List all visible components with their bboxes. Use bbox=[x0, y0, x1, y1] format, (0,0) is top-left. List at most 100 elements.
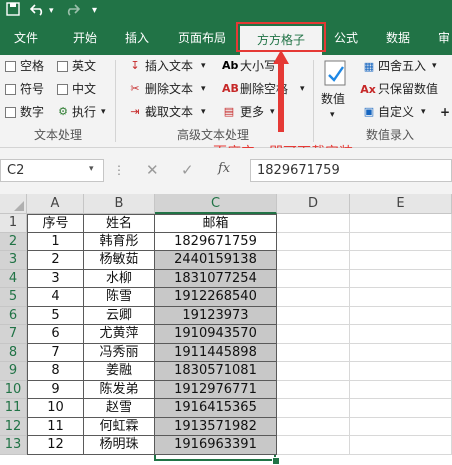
table-cell[interactable] bbox=[277, 343, 350, 362]
checkbox-chinese[interactable] bbox=[57, 84, 68, 95]
row-header[interactable]: 7 bbox=[0, 325, 27, 344]
table-cell[interactable] bbox=[350, 325, 452, 344]
table-cell[interactable]: 1916963391 bbox=[155, 436, 277, 455]
keep-value-button[interactable]: 只保留数值 bbox=[378, 80, 438, 98]
table-cell[interactable]: 5 bbox=[27, 306, 84, 325]
table-cell[interactable]: 2440159138 bbox=[155, 251, 277, 270]
redo-icon[interactable] bbox=[64, 2, 81, 20]
save-icon[interactable] bbox=[6, 2, 20, 20]
insert-text-button[interactable]: 插入文本 bbox=[145, 57, 193, 75]
table-cell[interactable] bbox=[277, 306, 350, 325]
undo-dropdown-icon[interactable]: ▾ bbox=[49, 2, 54, 20]
table-cell[interactable] bbox=[350, 269, 452, 288]
header-cell[interactable]: 序号 bbox=[27, 214, 84, 233]
column-header-c[interactable]: C bbox=[155, 194, 277, 214]
table-cell[interactable]: 1910943570 bbox=[155, 325, 277, 344]
table-cell[interactable] bbox=[277, 436, 350, 455]
insert-text-dropdown-icon[interactable]: ▾ bbox=[201, 57, 206, 75]
tab-formulas[interactable]: 公式 bbox=[334, 22, 358, 55]
round-dropdown-icon[interactable]: ▾ bbox=[432, 57, 437, 75]
table-cell[interactable]: 1 bbox=[27, 232, 84, 251]
custom-button[interactable]: 自定义 bbox=[378, 103, 414, 121]
table-cell[interactable]: 4 bbox=[27, 288, 84, 307]
row-header[interactable]: 6 bbox=[0, 306, 27, 325]
column-header-d[interactable]: D bbox=[277, 194, 350, 214]
table-cell[interactable]: 1913571982 bbox=[155, 417, 277, 436]
table-cell[interactable] bbox=[350, 232, 452, 251]
table-cell[interactable]: 8 bbox=[27, 362, 84, 381]
row-header[interactable]: 1 bbox=[0, 214, 27, 233]
formula-input[interactable]: 1829671759 bbox=[250, 159, 452, 182]
custom-dropdown-icon[interactable]: ▾ bbox=[421, 103, 426, 121]
table-cell[interactable] bbox=[350, 306, 452, 325]
confirm-icon[interactable]: ✓ bbox=[181, 161, 194, 179]
extract-text-button[interactable]: 截取文本 bbox=[145, 103, 193, 121]
header-cell[interactable] bbox=[350, 214, 452, 233]
table-cell[interactable]: 水柳 bbox=[84, 269, 155, 288]
table-cell[interactable]: 2 bbox=[27, 251, 84, 270]
table-cell[interactable]: 冯秀丽 bbox=[84, 343, 155, 362]
table-cell[interactable]: 7 bbox=[27, 343, 84, 362]
value-dropdown-icon[interactable]: ▾ bbox=[330, 106, 335, 124]
tab-page-layout[interactable]: 页面布局 bbox=[178, 22, 226, 55]
checkbox-space[interactable] bbox=[5, 61, 16, 72]
header-cell[interactable] bbox=[277, 214, 350, 233]
table-cell[interactable]: 1831077254 bbox=[155, 269, 277, 288]
table-cell[interactable] bbox=[350, 343, 452, 362]
table-cell[interactable] bbox=[277, 362, 350, 381]
table-cell[interactable]: 1912976771 bbox=[155, 380, 277, 399]
table-cell[interactable] bbox=[350, 380, 452, 399]
column-header-b[interactable]: B bbox=[84, 194, 155, 214]
customize-icon[interactable]: ▾ bbox=[92, 2, 97, 20]
table-cell[interactable]: 陈发弟 bbox=[84, 380, 155, 399]
table-cell[interactable] bbox=[350, 251, 452, 270]
row-header[interactable]: 4 bbox=[0, 269, 27, 288]
table-cell[interactable] bbox=[350, 362, 452, 381]
table-cell[interactable]: 1911445898 bbox=[155, 343, 277, 362]
add-icon[interactable]: + bbox=[440, 103, 450, 121]
table-cell[interactable]: 赵雪 bbox=[84, 399, 155, 418]
table-cell[interactable]: 杨敏茹 bbox=[84, 251, 155, 270]
table-cell[interactable]: 1916415365 bbox=[155, 399, 277, 418]
table-cell[interactable] bbox=[277, 417, 350, 436]
row-header[interactable]: 10 bbox=[0, 380, 27, 399]
execute-dropdown-icon[interactable]: ▾ bbox=[101, 103, 106, 121]
table-cell[interactable] bbox=[350, 436, 452, 455]
extract-text-dropdown-icon[interactable]: ▾ bbox=[201, 103, 206, 121]
table-cell[interactable]: 19123973 bbox=[155, 306, 277, 325]
table-cell[interactable] bbox=[350, 417, 452, 436]
execute-button[interactable]: 执行 bbox=[72, 103, 96, 121]
table-cell[interactable]: 3 bbox=[27, 269, 84, 288]
table-cell[interactable] bbox=[277, 288, 350, 307]
name-box-dropdown-icon[interactable]: ▾ bbox=[89, 164, 94, 174]
table-cell[interactable] bbox=[277, 251, 350, 270]
column-header-e[interactable]: E bbox=[350, 194, 452, 214]
table-cell[interactable]: 1830571081 bbox=[155, 362, 277, 381]
row-header[interactable]: 9 bbox=[0, 362, 27, 381]
insert-function-icon[interactable]: fx bbox=[218, 161, 230, 176]
row-header[interactable]: 3 bbox=[0, 251, 27, 270]
delete-space-dropdown-icon[interactable]: ▾ bbox=[300, 80, 305, 98]
table-cell[interactable]: 姜融 bbox=[84, 362, 155, 381]
table-cell[interactable]: 12 bbox=[27, 436, 84, 455]
row-header[interactable]: 13 bbox=[0, 436, 27, 455]
table-cell[interactable]: 何虹霖 bbox=[84, 417, 155, 436]
table-cell[interactable]: 韩育彤 bbox=[84, 232, 155, 251]
table-cell[interactable]: 1829671759 bbox=[155, 232, 277, 251]
more-button[interactable]: 更多 bbox=[240, 103, 264, 121]
table-cell[interactable]: 6 bbox=[27, 325, 84, 344]
table-cell[interactable] bbox=[277, 232, 350, 251]
cancel-icon[interactable]: ✕ bbox=[146, 161, 159, 179]
tab-data[interactable]: 数据 bbox=[386, 22, 410, 55]
row-header[interactable]: 11 bbox=[0, 399, 27, 418]
column-header-a[interactable]: A bbox=[27, 194, 84, 214]
header-cell[interactable]: 邮箱 bbox=[155, 214, 277, 233]
round-button[interactable]: 四舍五入 bbox=[378, 57, 426, 75]
header-cell[interactable]: 姓名 bbox=[84, 214, 155, 233]
row-header[interactable]: 12 bbox=[0, 417, 27, 436]
case-button[interactable]: 大小写 bbox=[240, 57, 276, 75]
row-header[interactable]: 2 bbox=[0, 232, 27, 251]
table-cell[interactable]: 10 bbox=[27, 399, 84, 418]
table-cell[interactable] bbox=[350, 288, 452, 307]
delete-text-button[interactable]: 删除文本 bbox=[145, 80, 193, 98]
